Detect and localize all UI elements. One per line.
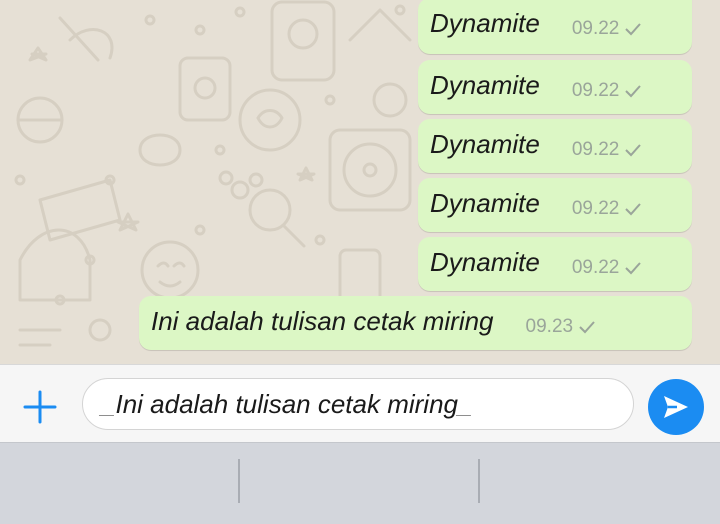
message-text: Dynamite bbox=[430, 70, 540, 100]
send-button[interactable] bbox=[648, 379, 704, 435]
message-input-text: Ini adalah tulisan cetak miring bbox=[115, 388, 458, 419]
message-bubble[interactable]: Dynamite 09.22 bbox=[418, 0, 692, 54]
message-bubble[interactable]: Dynamite 09.22 bbox=[418, 60, 692, 114]
message-meta: 09.22 bbox=[572, 139, 643, 161]
suggestion-divider bbox=[478, 459, 480, 503]
message-time: 09.22 bbox=[571, 80, 620, 101]
message-text: Dynamite bbox=[430, 188, 540, 218]
message-text: Dynamite bbox=[430, 8, 540, 38]
check-icon bbox=[625, 23, 642, 36]
check-icon bbox=[625, 203, 642, 216]
message-meta: 09.22 bbox=[572, 80, 643, 102]
keyboard-suggestion-bar bbox=[0, 442, 720, 524]
message-text: Dynamite bbox=[430, 247, 540, 277]
message-bubble[interactable]: Ini adalah tulisan cetak miring 09.23 bbox=[139, 296, 692, 350]
attach-button[interactable] bbox=[20, 387, 60, 427]
chat-area[interactable]: Dynamite 09.22 Dynamite 09.22 Dynamite 0… bbox=[0, 0, 720, 364]
check-icon bbox=[579, 321, 595, 334]
message-meta: 09.22 bbox=[572, 18, 643, 40]
composer-bar: _ Ini adalah tulisan cetak miring _ bbox=[0, 364, 720, 442]
message-bubble[interactable]: Dynamite 09.22 bbox=[418, 237, 692, 291]
message-time: 09.22 bbox=[571, 139, 620, 160]
message-time: 09.22 bbox=[571, 198, 620, 219]
message-meta: 09.23 bbox=[526, 316, 597, 338]
send-icon bbox=[664, 396, 688, 418]
message-text: Ini adalah tulisan cetak miring bbox=[151, 306, 494, 336]
check-icon bbox=[625, 85, 642, 98]
message-input[interactable]: _ Ini adalah tulisan cetak miring _ bbox=[82, 378, 634, 430]
italic-close-marker: _ bbox=[458, 388, 473, 419]
message-bubble[interactable]: Dynamite 09.22 bbox=[418, 178, 692, 232]
message-time: 09.22 bbox=[571, 257, 620, 278]
message-list: Dynamite 09.22 Dynamite 09.22 Dynamite 0… bbox=[0, 0, 720, 364]
plus-icon bbox=[23, 390, 57, 424]
message-meta: 09.22 bbox=[572, 257, 643, 279]
message-text: Dynamite bbox=[430, 129, 540, 159]
message-time: 09.23 bbox=[525, 316, 574, 337]
message-bubble[interactable]: Dynamite 09.22 bbox=[418, 119, 692, 173]
suggestion-divider bbox=[238, 459, 240, 503]
message-meta: 09.22 bbox=[572, 198, 643, 220]
message-time: 09.22 bbox=[571, 18, 620, 39]
check-icon bbox=[625, 144, 642, 157]
italic-open-marker: _ bbox=[101, 388, 116, 419]
check-icon bbox=[625, 262, 642, 275]
